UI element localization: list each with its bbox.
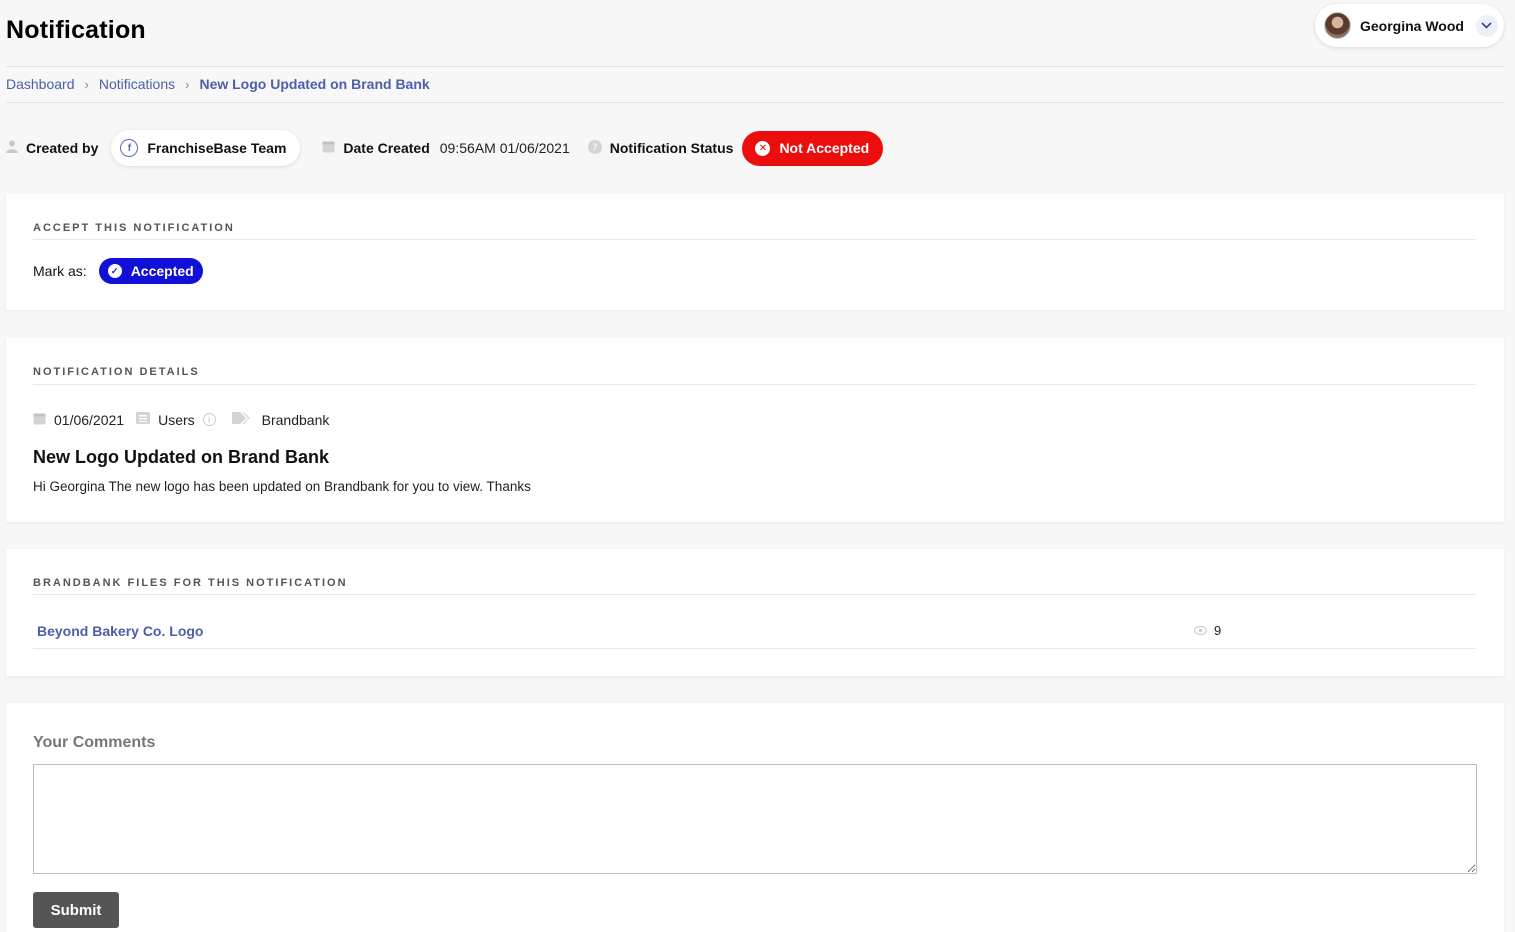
calendar-icon [33, 412, 46, 428]
close-circle-icon: ✕ [755, 140, 771, 156]
created-by-label: Created by [26, 140, 99, 156]
detail-tag: Brandbank [261, 411, 330, 428]
mark-as-row: Mark as: ✓ Accepted [33, 258, 203, 284]
franchisebase-logo-icon: f [120, 139, 139, 157]
creator-name: FranchiseBase Team [147, 140, 287, 156]
svg-text:?: ? [592, 142, 597, 153]
detail-date: 01/06/2021 [54, 411, 125, 428]
files-card-heading: BRANDBANK FILES FOR THIS NOTIFICATION [33, 577, 348, 589]
accept-card-heading: ACCEPT THIS NOTIFICATION [33, 222, 235, 234]
status-badge: ✕ Not Accepted [742, 130, 884, 166]
breadcrumb: Dashboard › Notifications › New Logo Upd… [6, 76, 430, 92]
notification-title: New Logo Updated on Brand Bank [33, 447, 330, 467]
calendar-icon [322, 140, 335, 156]
chevron-down-icon[interactable] [1475, 14, 1498, 37]
list-icon [136, 412, 151, 427]
breadcrumb-divider [6, 102, 1504, 103]
breadcrumb-notifications[interactable]: Notifications [99, 76, 175, 92]
breadcrumb-dashboard[interactable]: Dashboard [6, 76, 75, 92]
check-circle-icon: ✓ [107, 264, 122, 278]
view-count-value: 9 [1214, 623, 1222, 638]
submit-button[interactable]: Submit [33, 892, 119, 928]
divider [33, 594, 1476, 595]
details-card-heading: NOTIFICATION DETAILS [33, 366, 200, 378]
eye-icon [1193, 624, 1208, 638]
files-card: BRANDBANK FILES FOR THIS NOTIFICATION Be… [6, 549, 1504, 676]
divider [33, 384, 1476, 385]
info-icon[interactable]: i [202, 413, 216, 426]
comments-title: Your Comments [33, 734, 156, 751]
view-count: 9 [1193, 623, 1222, 638]
divider [33, 648, 1476, 649]
comments-card: Your Comments Submit [6, 703, 1504, 932]
accepted-button[interactable]: ✓ Accepted [98, 258, 203, 284]
notification-detail-meta: 01/06/2021 Users i Brandbank [33, 411, 329, 428]
notification-body: Hi Georgina The new logo has been update… [33, 479, 531, 494]
file-row: Beyond Bakery Co. Logo 9 [33, 621, 1476, 649]
tag-icon [231, 411, 252, 428]
detail-audience: Users [158, 411, 195, 428]
chevron-right-icon: › [84, 76, 89, 92]
chevron-right-icon: › [185, 76, 190, 92]
status-value: Not Accepted [779, 140, 870, 156]
date-created-label: Date Created [343, 140, 430, 156]
user-icon [6, 140, 18, 156]
file-link[interactable]: Beyond Bakery Co. Logo [37, 623, 203, 639]
divider [33, 239, 1476, 240]
accepted-button-label: Accepted [130, 263, 194, 279]
creator-chip: f FranchiseBase Team [111, 130, 301, 166]
page-title: Notification [6, 16, 146, 44]
notification-meta: Created by f FranchiseBase Team Date Cre… [6, 130, 884, 166]
breadcrumb-current: New Logo Updated on Brand Bank [199, 76, 430, 92]
user-menu[interactable]: Georgina Wood [1315, 4, 1504, 47]
user-name: Georgina Wood [1360, 17, 1464, 34]
mark-as-label: Mark as: [33, 263, 87, 279]
comments-textarea[interactable] [33, 764, 1477, 874]
header-divider [6, 66, 1504, 67]
question-circle-icon: ? [587, 139, 602, 157]
accept-card: ACCEPT THIS NOTIFICATION Mark as: ✓ Acce… [6, 194, 1504, 310]
notification-status-label: Notification Status [609, 140, 734, 156]
details-card: NOTIFICATION DETAILS 01/06/2021 Users i … [6, 338, 1504, 522]
avatar [1324, 12, 1351, 39]
date-created-value: 09:56AM 01/06/2021 [439, 140, 570, 156]
